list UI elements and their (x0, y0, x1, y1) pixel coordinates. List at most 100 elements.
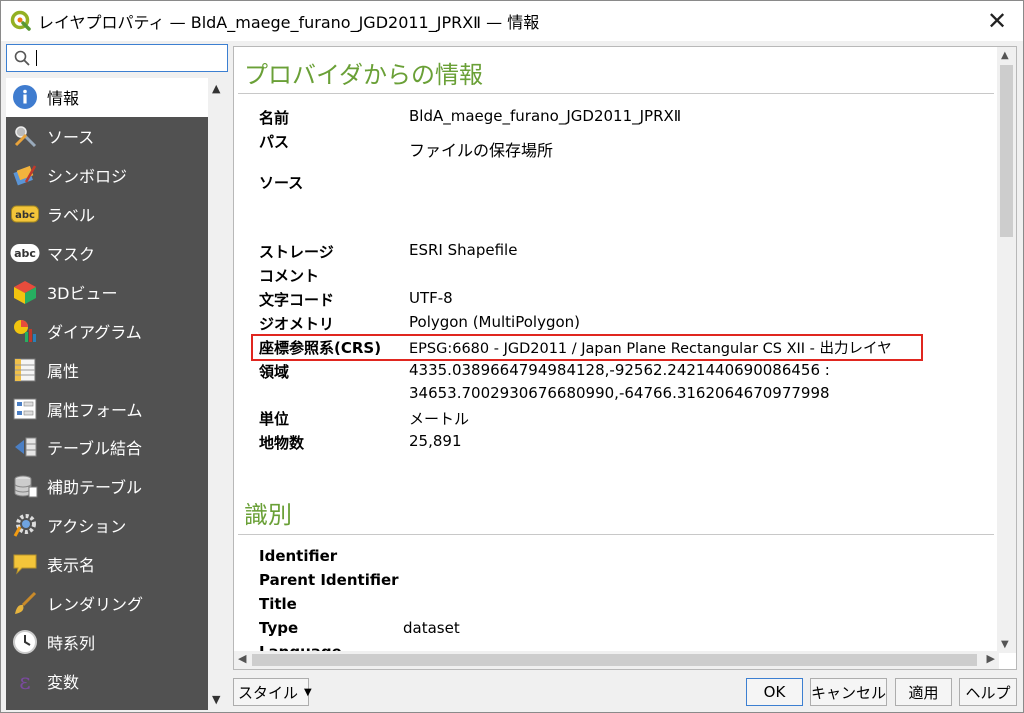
ident-row-type: Type dataset (259, 619, 959, 637)
sidebar-item-source[interactable]: ソース (6, 117, 208, 156)
ident-row-title: Title (259, 595, 959, 613)
row-value: ESRI Shapefile (409, 241, 518, 259)
info-row-extent-cont: 34653.7002930676680990,-64766.3162064670… (259, 384, 959, 402)
provider-section-heading: プロバイダからの情報 (244, 61, 484, 89)
info-row-encoding: 文字コード UTF-8 (259, 289, 959, 310)
row-value: Polygon (MultiPolygon) (409, 313, 581, 331)
row-value: BldA_maege_furano_JGD2011_JPRXⅡ (409, 107, 682, 125)
horizontal-scrollbar[interactable]: ◀ ▶ (234, 651, 999, 669)
row-key: 名前 (259, 109, 290, 127)
help-button[interactable]: ヘルプ (959, 678, 1017, 706)
clock-icon (10, 627, 40, 657)
row-value: 34653.7002930676680990,-64766.3162064670… (409, 384, 830, 402)
scroll-down-arrow-icon[interactable]: ▼ (1001, 639, 1009, 650)
row-value[interactable]: ファイルの保存場所 (409, 137, 553, 161)
sidebar-item-label: シンボロジ (47, 167, 128, 187)
metadata-panel: プロバイダからの情報 名前 BldA_maege_furano_JGD2011_… (233, 46, 1017, 670)
ident-row-parent-identifier: Parent Identifier (259, 571, 959, 589)
row-key: Identifier (259, 547, 338, 565)
display-speech-icon (10, 549, 40, 579)
sidebar-item-joins[interactable]: テーブル結合 (6, 428, 208, 467)
style-dropdown-button[interactable]: スタイル ▼ (233, 678, 312, 706)
ok-button[interactable]: OK (746, 678, 803, 706)
info-row-source: ソース (259, 172, 959, 193)
source-tools-icon (10, 121, 40, 151)
row-value: EPSG:6680 - JGD2011 / Japan Plane Rectan… (409, 341, 892, 357)
info-row-crs: 座標参照系(CRS) EPSG:6680 - JGD2011 / Japan P… (259, 337, 959, 358)
scrollbar-thumb[interactable] (1000, 65, 1013, 237)
info-row-geometry: ジオメトリ Polygon (MultiPolygon) (259, 313, 959, 334)
row-key: コメント (259, 267, 320, 285)
sidebar-item-3d-view[interactable]: 3Dビュー (6, 272, 208, 311)
row-key: ソース (259, 174, 304, 192)
sidebar-item-auxiliary-storage[interactable]: 補助テーブル (6, 467, 208, 506)
action-gear-icon (10, 510, 40, 540)
sidebar-item-label: ラベル (47, 206, 96, 226)
row-key: 単位 (259, 410, 290, 428)
info-row-name: 名前 BldA_maege_furano_JGD2011_JPRXⅡ (259, 107, 959, 128)
scroll-down-arrow-icon[interactable]: ▼ (212, 693, 220, 706)
sidebar-item-temporal[interactable]: 時系列 (6, 622, 208, 661)
scroll-up-arrow-icon[interactable]: ▲ (212, 82, 220, 95)
qgis-logo-icon (10, 10, 31, 31)
info-row-unit: 単位 メートル (259, 408, 959, 429)
info-row-extent: 領域 4335.0389664794984128,-92562.24214406… (259, 361, 959, 382)
sidebar-item-label: 時系列 (47, 633, 96, 653)
info-icon (10, 82, 40, 112)
sidebar-item-rendering[interactable]: レンダリング (6, 584, 208, 623)
row-value: UTF-8 (409, 289, 453, 307)
row-key: ジオメトリ (259, 315, 335, 333)
row-key: Title (259, 595, 297, 613)
variables-epsilon-icon: ε (10, 666, 40, 696)
row-key: ストレージ (259, 243, 334, 261)
svg-text:ε: ε (19, 670, 30, 694)
sidebar-item-symbology[interactable]: シンボロジ (6, 156, 208, 195)
sidebar-item-label: アクション (47, 517, 127, 537)
identification-section-heading: 識別 (244, 501, 292, 529)
sidebar-item-attributes[interactable]: 属性 (6, 350, 208, 389)
sidebar-item-attribute-form[interactable]: 属性フォーム (6, 389, 208, 428)
sidebar-item-label: 属性 (47, 361, 80, 381)
sidebar-item-label: 変数 (47, 672, 80, 692)
sidebar-item-labels[interactable]: abc ラベル (6, 195, 208, 234)
sidebar-item-actions[interactable]: アクション (6, 506, 208, 545)
vertical-scrollbar[interactable]: ▲ ▼ (997, 47, 1016, 653)
sidebar-item-variables[interactable]: ε 変数 (6, 661, 208, 700)
row-key: 地物数 (259, 434, 305, 452)
info-row-comment: コメント (259, 265, 959, 286)
sidebar-item-display[interactable]: 表示名 (6, 545, 208, 584)
window-title: レイヤプロパティ — BldA_maege_furano_JGD2011_JPR… (38, 13, 540, 32)
info-row-feature-count: 地物数 25,891 (259, 432, 959, 453)
sidebar-item-diagrams[interactable]: ダイアグラム (6, 311, 208, 350)
row-value: 4335.0389664794984128,-92562.24214406900… (409, 361, 830, 379)
attribute-form-icon (10, 394, 40, 424)
layer-properties-dialog: レイヤプロパティ — BldA_maege_furano_JGD2011_JPR… (0, 0, 1024, 713)
sidebar-item-label: ダイアグラム (47, 322, 142, 342)
svg-text:abc: abc (15, 210, 35, 221)
scrollbar-thumb[interactable] (252, 654, 977, 666)
sidebar-item-info[interactable]: 情報 (6, 78, 208, 117)
rendering-brush-icon (10, 588, 40, 618)
scroll-left-arrow-icon[interactable]: ◀ (238, 652, 246, 665)
divider (238, 534, 994, 535)
row-key: 座標参照系(CRS) (259, 339, 382, 357)
sidebar-item-label: 属性フォーム (47, 400, 143, 420)
label-abc-icon: abc (10, 199, 40, 229)
cancel-button[interactable]: キャンセル (810, 678, 887, 706)
search-input[interactable] (6, 44, 228, 72)
apply-button[interactable]: 適用 (895, 678, 952, 706)
sidebar-item-mask[interactable]: abc マスク (6, 234, 208, 273)
3d-cube-icon (10, 277, 40, 307)
row-key: 文字コード (259, 291, 335, 309)
info-row-storage: ストレージ ESRI Shapefile (259, 241, 959, 262)
close-button[interactable]: ✕ (983, 7, 1011, 35)
sidebar-nav: 情報 ソース シンボロジ abc ラベル abc マスク 3Dビュー ダイアグラ… (6, 78, 208, 710)
sidebar-item-label: レンダリング (47, 595, 144, 615)
scroll-up-arrow-icon[interactable]: ▲ (1001, 50, 1009, 61)
row-key (259, 384, 409, 402)
sidebar-item-label: テーブル結合 (47, 439, 143, 459)
scroll-right-arrow-icon[interactable]: ▶ (987, 652, 995, 665)
sidebar-item-label: 情報 (47, 89, 80, 109)
sidebar-scrollbar[interactable]: ▲ ▼ (208, 78, 228, 710)
chevron-down-icon: ▼ (304, 686, 312, 698)
